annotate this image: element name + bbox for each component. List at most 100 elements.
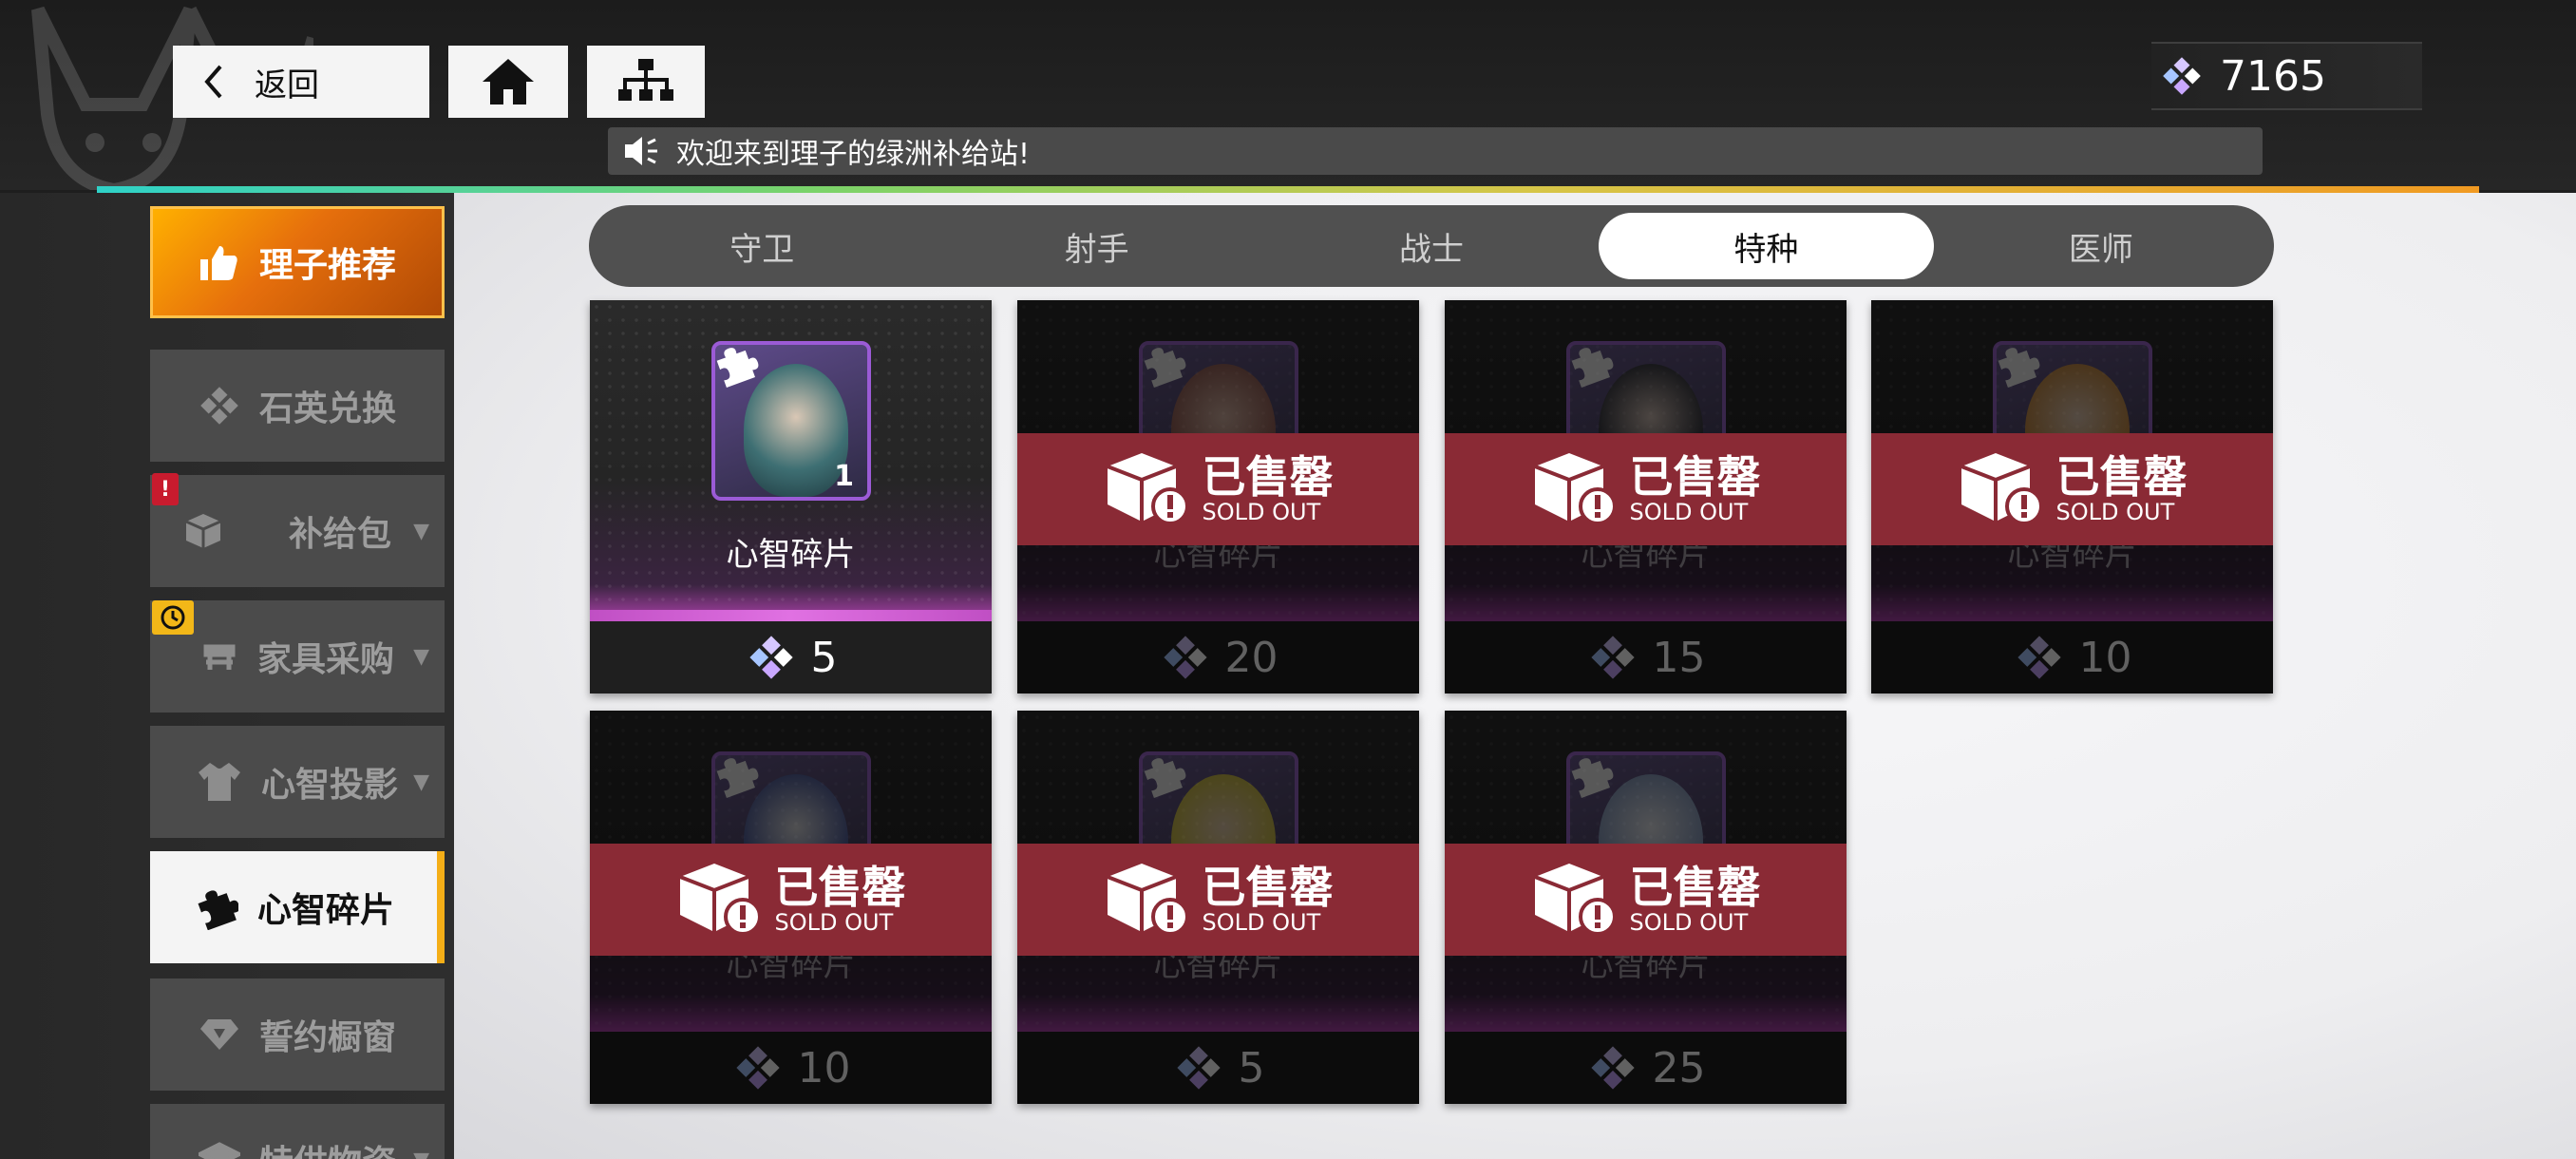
home-button[interactable] bbox=[448, 46, 568, 118]
sold-out-subtext: SOLD OUT bbox=[774, 909, 894, 936]
sold-out-banner: 已售罄 SOLD OUT bbox=[590, 844, 992, 956]
chevron-left-icon bbox=[204, 65, 222, 99]
tab-sniper[interactable]: 射手 bbox=[929, 213, 1263, 279]
fragment-count: 1 bbox=[834, 460, 854, 493]
quartz-icon bbox=[1590, 1046, 1635, 1090]
sidebar-item-quartz-exchange[interactable]: 石英兑换 bbox=[150, 350, 445, 462]
sidebar-item-vow-showcase[interactable]: 誓约橱窗 bbox=[150, 978, 445, 1091]
sidebar-item-supply-pack[interactable]: 补给包 ▼ bbox=[150, 475, 445, 587]
sitemap-button[interactable] bbox=[587, 46, 705, 118]
price-bar: 20 bbox=[1017, 621, 1419, 694]
tab-medic[interactable]: 医师 bbox=[1934, 213, 2268, 279]
item-price: 5 bbox=[1238, 1043, 1265, 1092]
item-price: 5 bbox=[810, 633, 838, 682]
shop-item-card[interactable]: 心智碎片 已售罄 SOLD OUT 20 bbox=[1017, 300, 1419, 694]
sold-out-box-icon bbox=[1106, 864, 1189, 936]
chevron-down-icon: ▼ bbox=[413, 770, 429, 794]
sidebar-item-recommend[interactable]: 理子推荐 bbox=[150, 206, 445, 318]
sold-out-banner: 已售罄 SOLD OUT bbox=[1445, 433, 1847, 545]
puzzle-icon bbox=[716, 348, 759, 388]
back-button[interactable]: 返回 bbox=[173, 46, 429, 118]
sold-out-subtext: SOLD OUT bbox=[1629, 499, 1749, 525]
puzzle-icon bbox=[1998, 348, 2040, 388]
puzzle-icon bbox=[716, 758, 759, 798]
price-bar: 10 bbox=[590, 1032, 992, 1104]
sold-out-box-icon bbox=[1533, 864, 1617, 936]
sold-out-box-icon bbox=[1106, 453, 1189, 525]
sidebar-item-label: 心智投影 bbox=[260, 766, 398, 805]
item-price: 20 bbox=[1224, 633, 1279, 682]
sidebar-item-label: 誓约橱窗 bbox=[258, 1018, 396, 1057]
sold-out-subtext: SOLD OUT bbox=[1202, 499, 1321, 525]
sold-out-banner: 已售罄 SOLD OUT bbox=[1017, 844, 1419, 956]
shop-item-card[interactable]: 心智碎片 已售罄 SOLD OUT 25 bbox=[1445, 711, 1847, 1104]
item-name: 心智碎片 bbox=[726, 536, 856, 574]
sold-out-banner: 已售罄 SOLD OUT bbox=[1871, 433, 2273, 545]
shop-item-card[interactable]: 心智碎片 已售罄 SOLD OUT 15 bbox=[1445, 300, 1847, 694]
item-price: 15 bbox=[1652, 633, 1706, 682]
price-bar: 5 bbox=[590, 621, 992, 694]
currency-display[interactable]: 7165 bbox=[2151, 42, 2422, 110]
price-bar: 5 bbox=[1017, 1032, 1419, 1104]
sold-out-box-icon bbox=[1960, 453, 2043, 525]
sold-out-text: 已售罄 bbox=[774, 862, 906, 913]
price-bar: 10 bbox=[1871, 621, 2273, 694]
sidebar-item-label: 特供物资 bbox=[259, 1135, 396, 1159]
notice-text: 欢迎来到理子的绿洲补给站! bbox=[676, 138, 1031, 171]
box-icon bbox=[182, 510, 224, 552]
home-icon bbox=[483, 59, 534, 104]
item-price: 25 bbox=[1652, 1043, 1706, 1092]
sidebar-item-special-supply[interactable]: 特供物资 ▼ bbox=[150, 1104, 445, 1159]
item-price: 10 bbox=[797, 1043, 851, 1092]
price-bar: 25 bbox=[1445, 1032, 1847, 1104]
sold-out-banner: 已售罄 SOLD OUT bbox=[1017, 433, 1419, 545]
quartz-icon bbox=[1176, 1046, 1221, 1090]
chevron-down-icon: ▼ bbox=[413, 1149, 429, 1159]
notice-bar: 欢迎来到理子的绿洲补给站! bbox=[608, 127, 2263, 175]
quartz-icon bbox=[735, 1046, 780, 1090]
header-divider bbox=[97, 186, 2479, 193]
back-label: 返回 bbox=[255, 66, 319, 104]
sidebar-item-label: 补给包 bbox=[288, 515, 391, 554]
sidebar-item-mind-fragment[interactable]: 心智碎片 bbox=[150, 851, 445, 963]
price-bar: 15 bbox=[1445, 621, 1847, 694]
sold-out-text: 已售罄 bbox=[1629, 862, 1761, 913]
tab-guard[interactable]: 守卫 bbox=[595, 213, 929, 279]
sidebar-item-label: 心智碎片 bbox=[256, 891, 394, 930]
quartz-icon bbox=[199, 385, 240, 427]
shop-item-card[interactable]: 心智碎片 已售罄 SOLD OUT 10 bbox=[590, 711, 992, 1104]
clock-icon bbox=[152, 600, 194, 635]
sold-out-text: 已售罄 bbox=[1629, 451, 1761, 503]
sold-out-banner: 已售罄 SOLD OUT bbox=[1445, 844, 1847, 956]
sold-out-subtext: SOLD OUT bbox=[1202, 909, 1321, 936]
shop-item-card[interactable]: 心智碎片 已售罄 SOLD OUT 5 bbox=[1017, 711, 1419, 1104]
sidebar-item-label: 理子推荐 bbox=[258, 246, 396, 285]
special-icon bbox=[198, 1141, 240, 1159]
item-price: 10 bbox=[2078, 633, 2132, 682]
tab-warrior[interactable]: 战士 bbox=[1264, 213, 1599, 279]
shop-item-card[interactable]: 1 心智碎片 5 bbox=[590, 300, 992, 694]
puzzle-icon bbox=[1144, 758, 1186, 798]
sidebar-item-mind-projection[interactable]: 心智投影 ▼ bbox=[150, 726, 445, 838]
sold-out-text: 已售罄 bbox=[1202, 862, 1334, 913]
currency-amount: 7165 bbox=[2220, 51, 2326, 101]
shop-item-card[interactable]: 心智碎片 已售罄 SOLD OUT 10 bbox=[1871, 300, 2273, 694]
sidebar-item-label: 石英兑换 bbox=[258, 390, 396, 428]
chevron-down-icon: ▼ bbox=[413, 519, 429, 543]
tab-specialist[interactable]: 特种 bbox=[1599, 213, 1934, 279]
puzzle-icon bbox=[1571, 758, 1614, 798]
thumbs-up-icon bbox=[199, 242, 240, 282]
sidebar-item-label: 家具采购 bbox=[256, 640, 394, 679]
sold-out-text: 已售罄 bbox=[2055, 451, 2188, 503]
sold-out-box-icon bbox=[678, 864, 762, 936]
puzzle-icon bbox=[193, 884, 238, 930]
character-portrait: 1 bbox=[711, 341, 871, 501]
sidebar-item-furniture[interactable]: 家具采购 ▼ bbox=[150, 600, 445, 712]
sold-out-text: 已售罄 bbox=[1202, 451, 1334, 503]
quartz-icon bbox=[1590, 636, 1635, 679]
quartz-icon bbox=[2017, 636, 2061, 679]
puzzle-icon bbox=[1571, 348, 1614, 388]
sold-out-subtext: SOLD OUT bbox=[1629, 909, 1749, 936]
class-tabs: 守卫 射手 战士 特种 医师 bbox=[589, 205, 2274, 287]
sitemap-icon bbox=[618, 59, 673, 101]
